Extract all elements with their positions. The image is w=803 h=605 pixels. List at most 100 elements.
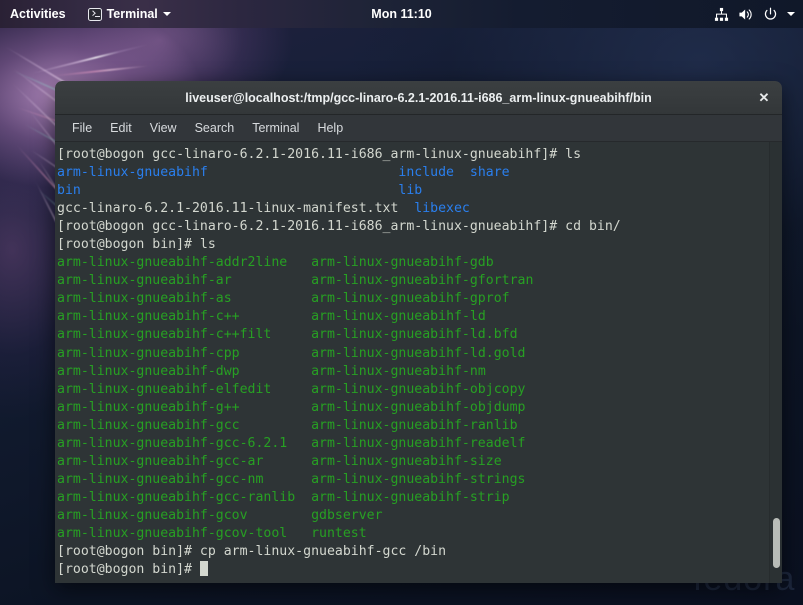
terminal-line: arm-linux-gnueabihf-gcov-tool runtest [57,525,621,543]
terminal-text: arm-linux-gnueabihf-ld.gold [311,345,526,361]
terminal-line: arm-linux-gnueabihf-g++ arm-linux-gnueab… [57,399,621,417]
terminal-text: arm-linux-gnueabihf [57,165,208,181]
terminal-text: [root@bogon bin]# [57,562,200,578]
terminal-text: arm-linux-gnueabihf-addr2line [57,255,288,271]
menu-bar: File Edit View Search Terminal Help [55,115,782,142]
scrollbar-thumb[interactable] [773,518,780,568]
terminal-text: [root@bogon bin]# ls [57,237,216,253]
terminal-text: arm-linux-gnueabihf-c++ [57,309,240,325]
terminal-text: arm-linux-gnueabihf-elfedit [57,381,272,397]
terminal-text: arm-linux-gnueabihf-g++ [57,399,240,415]
activities-button[interactable]: Activities [0,0,76,28]
gnome-top-bar: Activities Terminal Mon 11:10 [0,0,803,28]
terminal-text: [root@bogon bin]# cp arm-linux-gnueabihf… [57,544,447,560]
menu-item-file[interactable]: File [63,119,101,137]
terminal-text: share [469,165,510,181]
terminal-text: arm-linux-gnueabihf-gfortran [311,273,534,289]
desktop-screen: fedora Activities Terminal Mon 11:10 [0,0,803,605]
volume-icon[interactable] [738,7,754,22]
terminal-text: include [398,165,454,181]
terminal-line: arm-linux-gnueabihf-dwp arm-linux-gnueab… [57,363,621,381]
terminal-line: arm-linux-gnueabihf-ar arm-linux-gnueabi… [57,272,621,290]
terminal-text: gdbserver [311,507,383,523]
terminal-cursor [199,561,208,577]
terminal-line: arm-linux-gnueabihf-gcc-ranlib arm-linux… [57,489,621,507]
menu-item-search[interactable]: Search [186,119,244,137]
terminal-line: arm-linux-gnueabihf-elfedit arm-linux-gn… [57,381,621,399]
terminal-text: runtest [311,525,367,541]
terminal-line: gcc-linaro-6.2.1-2016.11-linux-manifest.… [57,200,621,218]
terminal-line: [root@bogon gcc-linaro-6.2.1-2016.11-i68… [57,218,621,236]
app-menu-button[interactable]: Terminal [82,0,177,28]
menu-item-view[interactable]: View [141,119,186,137]
terminal-text: arm-linux-gnueabihf-gcc-nm [57,471,264,487]
menu-item-terminal[interactable]: Terminal [243,119,308,137]
terminal-text: libexec [414,201,470,217]
terminal-text: arm-linux-gnueabihf-objdump [311,399,526,415]
terminal-line: arm-linux-gnueabihf-gcc arm-linux-gnueab… [57,417,621,435]
app-menu-label: Terminal [106,7,158,21]
terminal-line: arm-linux-gnueabihf-gcc-nm arm-linux-gnu… [57,471,621,489]
terminal-text: arm-linux-gnueabihf-as [57,291,232,307]
chevron-down-icon [162,12,171,16]
terminal-text: arm-linux-gnueabihf-gcc-6.2.1 [57,435,288,451]
terminal-line: arm-linux-gnueabihf-c++filt arm-linux-gn… [57,326,621,344]
terminal-text: arm-linux-gnueabihf-strings [311,471,526,487]
terminal-text: arm-linux-gnueabihf-c++filt [57,327,272,343]
close-icon[interactable]: ✕ [752,86,776,110]
terminal-text: arm-linux-gnueabihf-strip [311,489,510,505]
terminal-line: [root@bogon bin]# cp arm-linux-gnueabihf… [57,543,621,561]
terminal-window: liveuser@localhost:/tmp/gcc-linaro-6.2.1… [55,81,782,583]
terminal-line: arm-linux-gnueabihf-gcc-6.2.1 arm-linux-… [57,435,621,453]
terminal-text: arm-linux-gnueabihf-gcc [57,417,240,433]
network-wired-icon[interactable] [714,7,729,22]
terminal-text: arm-linux-gnueabihf-ld.bfd [311,327,518,343]
terminal-text: arm-linux-gnueabihf-ld [311,309,486,325]
terminal-line: arm-linux-gnueabihf-gcc-ar arm-linux-gnu… [57,453,621,471]
terminal-scrollbar[interactable] [769,142,782,583]
terminal-text: arm-linux-gnueabihf-size [311,453,502,469]
terminal-text: arm-linux-gnueabihf-gprof [311,291,510,307]
terminal-text: [root@bogon gcc-linaro-6.2.1-2016.11-i68… [57,219,621,235]
system-tray [714,0,795,28]
menu-item-edit[interactable]: Edit [101,119,141,137]
terminal-line: arm-linux-gnueabihf-cpp arm-linux-gnueab… [57,345,621,363]
terminal-output: [root@bogon gcc-linaro-6.2.1-2016.11-i68… [55,142,621,579]
terminal-line: bin lib [57,182,621,200]
terminal-line: [root@bogon gcc-linaro-6.2.1-2016.11-i68… [57,146,621,164]
terminal-text: arm-linux-gnueabihf-gdb [311,255,494,271]
terminal-icon [87,7,102,21]
terminal-text: arm-linux-gnueabihf-dwp [57,363,240,379]
terminal-text: bin [57,183,81,199]
terminal-text: arm-linux-gnueabihf-ar [57,273,232,289]
terminal-line: arm-linux-gnueabihf-as arm-linux-gnueabi… [57,290,621,308]
terminal-text: lib [398,183,423,199]
power-icon[interactable] [763,7,778,22]
menu-item-help[interactable]: Help [308,119,352,137]
window-titlebar[interactable]: liveuser@localhost:/tmp/gcc-linaro-6.2.1… [55,81,782,115]
terminal-text: arm-linux-gnueabihf-gcov-tool [57,525,288,541]
window-title: liveuser@localhost:/tmp/gcc-linaro-6.2.1… [185,90,652,105]
terminal-line: arm-linux-gnueabihf-addr2line arm-linux-… [57,254,621,272]
terminal-body[interactable]: [root@bogon gcc-linaro-6.2.1-2016.11-i68… [55,142,782,583]
terminal-line: arm-linux-gnueabihf include share [57,164,621,182]
terminal-text: arm-linux-gnueabihf-gcc-ar [57,453,264,469]
system-menu-chevron-down-icon[interactable] [787,12,795,16]
terminal-text: arm-linux-gnueabihf-objcopy [311,381,526,397]
